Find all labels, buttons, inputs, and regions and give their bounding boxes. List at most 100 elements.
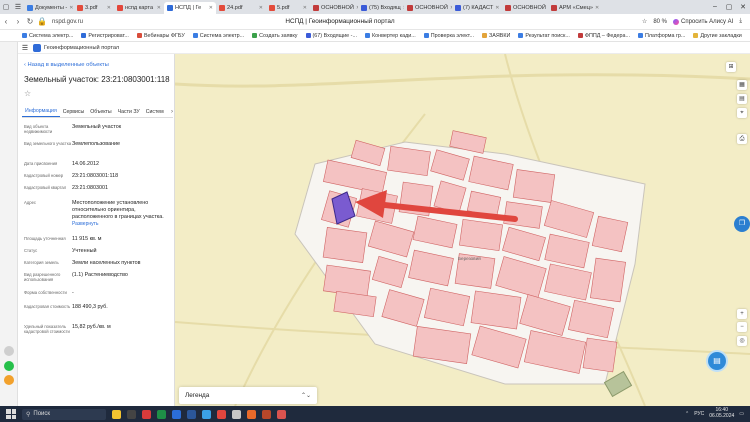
favorite-star-icon[interactable]: ☆ (24, 89, 31, 98)
yandex-icon[interactable] (217, 409, 226, 419)
tab-close-icon[interactable]: ✕ (259, 5, 263, 11)
edge-icon[interactable] (172, 409, 181, 419)
bookmark-item[interactable]: Результат поиск... (518, 33, 570, 39)
browser-tab[interactable]: ОСНОВНОЙ✕ (404, 2, 452, 14)
back-to-selected-link[interactable]: ‹ Назад в выделенные объекты (24, 62, 109, 68)
file-explorer-icon[interactable] (112, 409, 121, 419)
zoom-in-icon[interactable]: + (737, 309, 747, 319)
ruler-icon[interactable]: ⌖ (737, 108, 747, 118)
tab-close-icon[interactable]: ✕ (595, 5, 599, 11)
bookmark-item[interactable]: Система электр... (22, 33, 73, 39)
map-view[interactable]: ⊞ ▦ ▤ ⌖ ⎙ + − ◎ ❐ ▤ Березовий Легенда ⌃⌄ (175, 54, 750, 406)
print-icon[interactable]: ⎙ (737, 134, 747, 144)
tab-close-icon[interactable]: ✕ (69, 5, 73, 11)
locate-icon[interactable]: ◎ (737, 336, 747, 346)
windows-start-icon[interactable] (6, 409, 16, 419)
back-arrow-icon[interactable]: ‹ (0, 17, 12, 26)
bookmark-item[interactable]: Проверка элект... (423, 33, 474, 39)
firefox-icon[interactable] (247, 409, 256, 419)
sidebar-settings-icon[interactable] (4, 346, 14, 356)
zoom-out-icon[interactable]: − (737, 322, 747, 332)
bookmark-item[interactable]: Создать заявку (252, 33, 298, 39)
parcel[interactable] (387, 145, 431, 177)
maximize-icon[interactable]: ▢ (722, 3, 736, 11)
other-bookmarks[interactable]: Другие закладки (693, 33, 742, 39)
forward-arrow-icon[interactable]: › (12, 17, 24, 26)
browser-tab[interactable]: нспд картa ✕ (114, 2, 164, 14)
bookmark-item[interactable]: Конвертер кади... (364, 33, 416, 39)
bookmark-label: Вебинары ФГБУ (143, 32, 185, 39)
close-window-icon[interactable]: ✕ (736, 3, 750, 11)
parcel[interactable] (470, 290, 522, 330)
powerpoint-icon[interactable] (262, 409, 271, 419)
layers-icon[interactable]: ▤ (737, 94, 747, 104)
tab-services[interactable]: Сервисы (60, 109, 88, 117)
url-field[interactable]: nspd.gov.ru (52, 19, 172, 25)
bookmark-item[interactable]: ФППД – Федера... (577, 33, 630, 39)
excel-icon[interactable] (157, 409, 166, 419)
browser-tab[interactable]: 3.pdf ✕ (74, 2, 114, 14)
chevron-right-icon[interactable]: › (171, 109, 173, 117)
mail-icon[interactable] (202, 409, 211, 419)
word-icon[interactable] (187, 409, 196, 419)
tab-objects[interactable]: Объекты (87, 109, 114, 117)
notification-icon[interactable]: ▭ (739, 411, 744, 417)
tab-close-icon[interactable]: ✕ (157, 5, 161, 11)
ask-alisa-button[interactable]: Спросить Алису AI (673, 18, 733, 25)
whatsapp-icon[interactable] (4, 361, 14, 371)
downloads-icon[interactable]: ⤓ (739, 18, 742, 25)
taskbar-search[interactable]: ⚲ Поиск (22, 408, 106, 420)
browser-tab[interactable]: НСПД | Ге ✕ (164, 2, 216, 14)
clock[interactable]: 16:40 06.05.2024 (709, 408, 734, 419)
map-canvas[interactable] (175, 54, 750, 406)
parcel[interactable] (591, 215, 629, 253)
browser-tab[interactable]: ОСНОВНОЙ✕ (310, 2, 358, 14)
parcel[interactable] (503, 201, 543, 229)
task-view-icon[interactable] (127, 409, 136, 419)
browser-tab[interactable]: (7) КАДАСТ ✕ (452, 2, 502, 14)
hamburger-menu-icon[interactable]: ☰ (20, 44, 30, 52)
browser-tab[interactable]: 5.pdf ✕ (266, 2, 310, 14)
tab-search-icon[interactable]: ▢ (0, 0, 12, 14)
app-icon[interactable] (232, 409, 241, 419)
tab-close-icon[interactable]: ✕ (495, 5, 499, 11)
parcel[interactable] (459, 219, 503, 251)
browser-tab[interactable]: (75) Входящ✕ (358, 2, 404, 14)
bookmark-item[interactable]: Регистрироват... (81, 33, 129, 39)
browser-tab[interactable]: АРМ «Смец» ✕ (548, 2, 600, 14)
sidebar-app-icon[interactable] (4, 375, 14, 385)
bookmark-star-icon[interactable]: ☆ (642, 18, 647, 25)
language-indicator[interactable]: РУС (694, 411, 704, 417)
layers-icon[interactable]: ▦ (737, 80, 747, 90)
tab-parts[interactable]: Части ЗУ (115, 109, 143, 117)
parcel[interactable] (322, 227, 368, 263)
expand-link[interactable]: Развернуть (72, 221, 99, 227)
tab-info[interactable]: Информация (22, 108, 60, 117)
chat-icon[interactable]: ▤ (708, 352, 726, 370)
tab-close-icon[interactable]: ✕ (107, 5, 111, 11)
browser-tab[interactable]: Документы - ✕ (24, 2, 74, 14)
parcel[interactable] (512, 169, 556, 203)
bookmark-item[interactable]: Вебинары ФГБУ (136, 32, 185, 39)
browser-tab[interactable]: 24.pdf ✕ (216, 2, 266, 14)
tab-close-icon[interactable]: ✕ (303, 5, 307, 11)
minimize-icon[interactable]: – (708, 3, 722, 11)
bookmark-item[interactable]: Система электр... (192, 33, 244, 39)
side-widget-icon[interactable]: ❐ (734, 216, 750, 232)
tab-close-icon[interactable]: ✕ (209, 5, 213, 11)
tab-list-icon[interactable]: ☰ (12, 0, 24, 14)
parcel[interactable] (582, 337, 618, 373)
pdf-icon[interactable] (277, 409, 286, 419)
parcel[interactable] (590, 257, 626, 303)
legend-dropdown[interactable]: Легенда ⌃⌄ (179, 387, 317, 404)
reload-icon[interactable]: ↻ (24, 17, 36, 26)
bookmark-item[interactable]: (67) Входящие -... (305, 33, 357, 39)
tray-chevron-icon[interactable]: ⌃ (685, 411, 689, 417)
tab-systems[interactable]: Систем (143, 109, 167, 117)
browser-tab[interactable]: ОСНОВНОЙ✕ (502, 2, 548, 14)
bookmark-favicon-icon (22, 33, 27, 38)
map-tool-icon[interactable]: ⊞ (726, 62, 736, 72)
yandex-browser-icon[interactable] (142, 409, 151, 419)
bookmark-item[interactable]: ЗАЯВКИ (481, 33, 510, 39)
bookmark-item[interactable]: Платформа гр... (637, 33, 685, 39)
